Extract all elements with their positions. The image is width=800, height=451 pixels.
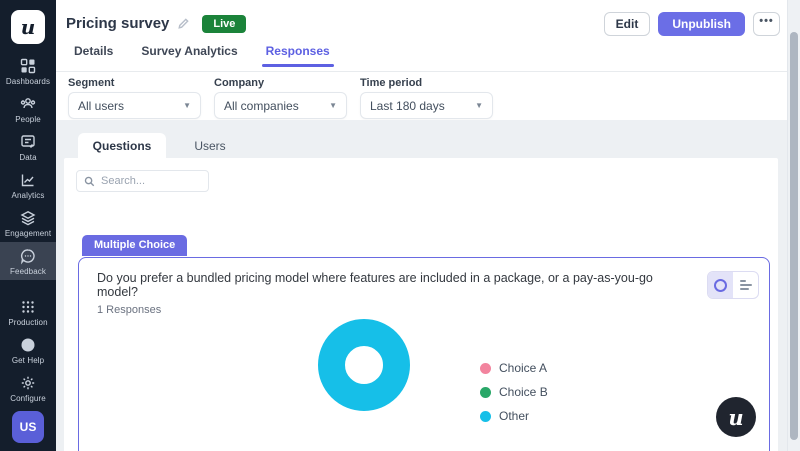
people-icon	[19, 95, 37, 113]
filter-bar: Segment All users ▼ Company All companie…	[56, 73, 800, 120]
chevron-down-icon: ▼	[329, 101, 337, 110]
help-icon: ?	[19, 336, 37, 354]
bar-view-button[interactable]	[733, 272, 758, 298]
time-period-select[interactable]: Last 180 days ▼	[360, 92, 493, 119]
filter-time-period: Time period Last 180 days ▼	[360, 77, 493, 120]
sidebar-item-dashboards[interactable]: Dashboards	[0, 52, 56, 90]
data-icon	[19, 133, 37, 151]
search-input[interactable]	[101, 175, 201, 187]
question-header: Do you prefer a bundled pricing model wh…	[79, 258, 769, 316]
legend-label: Choice A	[499, 361, 547, 375]
scrollbar-thumb[interactable]	[790, 32, 798, 440]
sidebar-item-engagement[interactable]: Engagement	[0, 204, 56, 242]
tab-details[interactable]: Details	[74, 44, 113, 67]
app-logo-glyph: u	[21, 15, 36, 39]
search-icon	[84, 176, 95, 187]
sidebar-item-feedback[interactable]: Feedback	[0, 242, 56, 280]
userpilot-logo-glyph: u	[728, 405, 743, 430]
question-text: Do you prefer a bundled pricing model wh…	[97, 271, 657, 299]
sidebar-item-label: Dashboards	[6, 77, 50, 86]
tab-users[interactable]: Users	[166, 133, 254, 158]
filter-segment: Segment All users ▼	[68, 77, 201, 120]
legend-label: Choice B	[499, 385, 548, 399]
main-area: Pricing survey Live Edit Unpublish ••• D…	[56, 0, 800, 451]
sidebar-item-label: Production	[8, 318, 47, 327]
responses-count: 1 Responses	[97, 304, 657, 316]
search-box[interactable]	[76, 170, 209, 192]
legend-item[interactable]: Other	[480, 409, 548, 423]
tab-survey-analytics[interactable]: Survey Analytics	[141, 44, 237, 67]
title-row: Pricing survey Live Edit Unpublish •••	[56, 0, 800, 36]
sidebar-item-label: Analytics	[12, 191, 45, 200]
question-text-block: Do you prefer a bundled pricing model wh…	[97, 271, 657, 316]
edit-button[interactable]: Edit	[604, 12, 651, 36]
questions-panel: Multiple Choice Do you prefer a bundled …	[64, 158, 778, 451]
sidebar-item-label: Engagement	[5, 229, 51, 238]
legend-label: Other	[499, 409, 529, 423]
dashboards-icon	[19, 57, 37, 75]
sidebar-item-label: Data	[19, 153, 36, 162]
company-select[interactable]: All companies ▼	[214, 92, 347, 119]
page-title: Pricing survey	[66, 15, 169, 32]
segment-select-value: All users	[78, 99, 124, 113]
filter-company: Company All companies ▼	[214, 77, 347, 120]
app-window: u Dashboards People Data Analytics	[0, 0, 800, 451]
analytics-icon	[19, 171, 37, 189]
user-avatar[interactable]: US	[12, 411, 44, 443]
scrollbar-track[interactable]	[787, 0, 800, 451]
app-logo[interactable]: u	[11, 10, 45, 44]
panel-tabs: Questions Users	[78, 133, 254, 158]
donut-chart-icon	[714, 279, 727, 292]
donut-chart	[318, 319, 410, 411]
donut-view-button[interactable]	[708, 272, 733, 298]
filter-label: Time period	[360, 77, 493, 89]
sidebar-item-analytics[interactable]: Analytics	[0, 166, 56, 204]
userpilot-widget-button[interactable]: u	[716, 397, 756, 437]
chart-type-toggle	[707, 271, 759, 299]
svg-text:?: ?	[25, 340, 31, 350]
feedback-icon	[19, 247, 37, 265]
content-area: Questions Users Multiple Choice Do you p…	[56, 120, 800, 451]
gear-icon	[19, 374, 37, 392]
tab-responses[interactable]: Responses	[266, 44, 330, 67]
tab-questions[interactable]: Questions	[78, 133, 166, 158]
chevron-down-icon: ▼	[183, 101, 191, 110]
chart-legend: Choice A Choice B Other	[480, 361, 548, 423]
sidebar-item-label: Feedback	[10, 267, 46, 276]
filter-label: Company	[214, 77, 347, 89]
unpublish-button[interactable]: Unpublish	[658, 12, 745, 36]
status-badge: Live	[202, 15, 246, 33]
segment-select[interactable]: All users ▼	[68, 92, 201, 119]
sidebar-item-data[interactable]: Data	[0, 128, 56, 166]
sidebar-item-people[interactable]: People	[0, 90, 56, 128]
bar-chart-icon	[740, 280, 752, 290]
production-icon	[19, 298, 37, 316]
sidebar: u Dashboards People Data Analytics	[0, 0, 56, 451]
filter-label: Segment	[68, 77, 201, 89]
sidebar-item-label: People	[15, 115, 41, 124]
legend-dot-other	[480, 411, 491, 422]
question-card: Do you prefer a bundled pricing model wh…	[78, 257, 770, 451]
legend-item[interactable]: Choice A	[480, 361, 548, 375]
edit-title-icon[interactable]	[177, 17, 190, 30]
header-tabs: Details Survey Analytics Responses	[56, 44, 800, 67]
legend-dot-choice-b	[480, 387, 491, 398]
legend-item[interactable]: Choice B	[480, 385, 548, 399]
engagement-icon	[19, 209, 37, 227]
question-type-badge: Multiple Choice	[82, 235, 187, 256]
sidebar-item-get-help[interactable]: ? Get Help	[0, 331, 56, 369]
sidebar-item-configure[interactable]: Configure	[0, 369, 56, 407]
sidebar-item-production[interactable]: Production	[0, 293, 56, 331]
time-period-select-value: Last 180 days	[370, 99, 445, 113]
legend-dot-choice-a	[480, 363, 491, 374]
page-header: Pricing survey Live Edit Unpublish ••• D…	[56, 0, 800, 72]
chevron-down-icon: ▼	[475, 101, 483, 110]
company-select-value: All companies	[224, 99, 299, 113]
sidebar-item-label: Get Help	[12, 356, 44, 365]
more-options-button[interactable]: •••	[753, 12, 780, 36]
sidebar-item-label: Configure	[10, 394, 46, 403]
